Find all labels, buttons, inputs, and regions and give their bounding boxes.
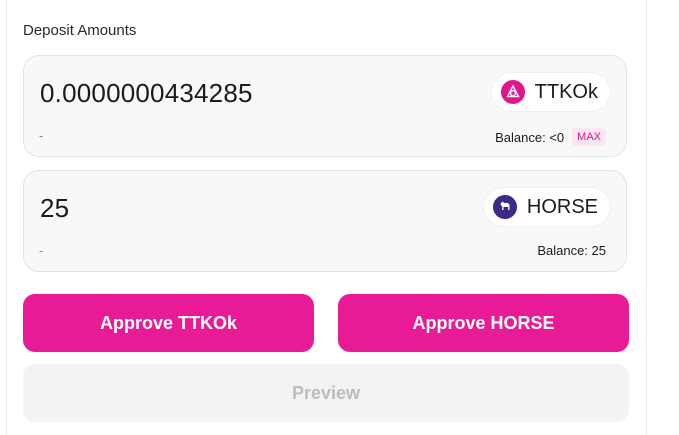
- usd-value: -: [39, 128, 44, 143]
- approve-horse-button[interactable]: Approve HORSE: [338, 294, 629, 352]
- balance-row: Balance: 25: [537, 243, 606, 258]
- balance-row: Balance: <0 MAX: [495, 128, 606, 146]
- amount-input-ttkok[interactable]: 0.0000000434285: [40, 78, 253, 109]
- usd-value: -: [39, 243, 44, 258]
- ttkok-token-icon: [500, 80, 525, 104]
- token-select-horse[interactable]: HORSE: [483, 188, 610, 226]
- approve-ttkok-button[interactable]: Approve TTKOk: [23, 294, 314, 352]
- horse-token-icon: [492, 195, 517, 219]
- balance-label: Balance: 25: [537, 243, 606, 258]
- token-symbol: HORSE: [526, 195, 598, 218]
- deposit-input-card-horse: 25 HORSE - Balance: 25: [23, 170, 627, 272]
- deposit-input-card-ttkok: 0.0000000434285 TTKOk - Balance: <0 MAX: [23, 55, 627, 157]
- token-select-ttkok[interactable]: TTKOk: [491, 73, 610, 111]
- token-symbol: TTKOk: [534, 80, 598, 103]
- max-button[interactable]: MAX: [572, 128, 606, 146]
- preview-button[interactable]: Preview: [23, 364, 629, 422]
- section-title: Deposit Amounts: [23, 22, 137, 39]
- balance-label: Balance: <0: [495, 129, 565, 145]
- amount-input-horse[interactable]: 25: [40, 193, 69, 224]
